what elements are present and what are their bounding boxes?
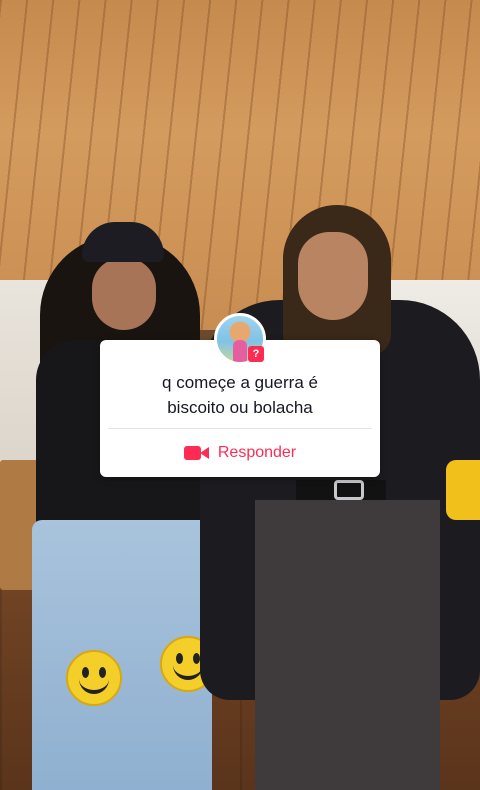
video-camera-icon <box>183 445 210 461</box>
reply-button[interactable]: Responder <box>100 438 380 468</box>
question-mark-icon: ? <box>248 346 264 362</box>
person-right-face <box>298 232 368 320</box>
card-divider <box>108 428 372 429</box>
person-right-pants <box>255 500 440 790</box>
reply-label: Responder <box>217 444 297 461</box>
yellow-object <box>446 460 480 520</box>
asker-avatar[interactable]: ? <box>214 313 266 365</box>
person-left-face <box>92 258 156 330</box>
question-text: q começe a guerra é biscoito ou bolacha <box>162 373 318 417</box>
belt-buckle <box>334 480 364 500</box>
smiley-patch-left <box>66 650 122 706</box>
